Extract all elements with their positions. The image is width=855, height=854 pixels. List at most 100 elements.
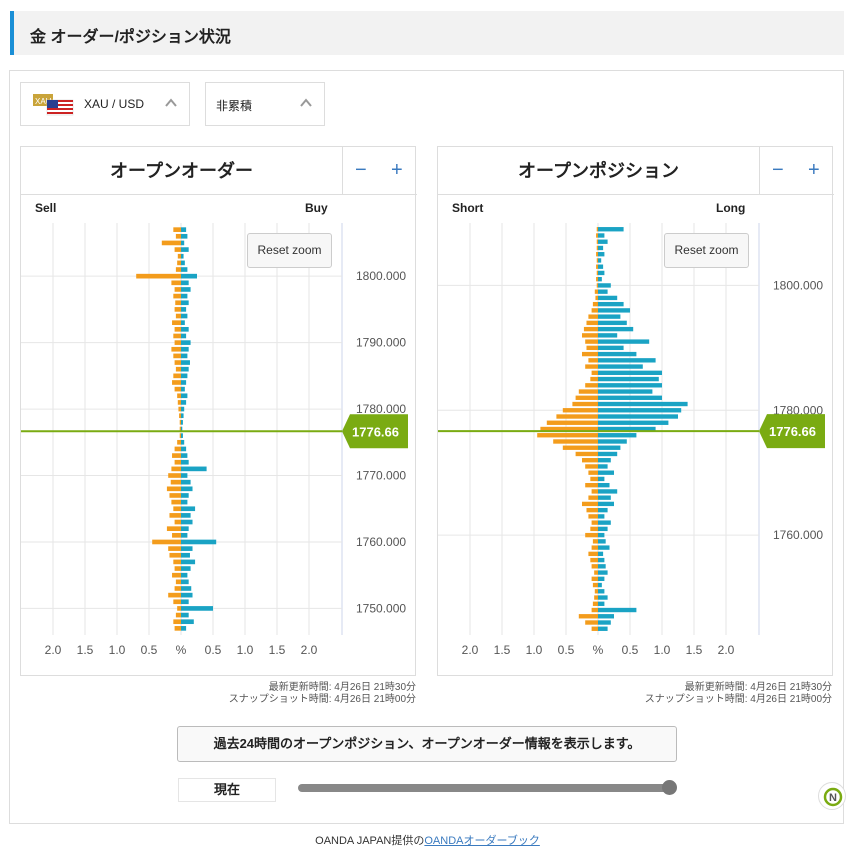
bar-short — [592, 539, 598, 544]
bar-buy — [181, 453, 188, 458]
accumulation-select[interactable]: 非累積 — [205, 82, 325, 126]
bar-buy — [181, 326, 189, 332]
bar-long — [598, 620, 611, 625]
time-slider-track[interactable] — [298, 784, 670, 792]
bar-long — [598, 507, 608, 513]
zoom-in-button[interactable]: + — [808, 159, 820, 182]
bar-long — [598, 514, 605, 519]
bar-long — [598, 308, 630, 313]
bar-short — [590, 376, 598, 382]
bar-sell — [175, 612, 181, 618]
bar-long — [598, 451, 618, 457]
bar-short — [537, 433, 598, 438]
bar-buy — [181, 439, 185, 445]
bar-long — [598, 258, 602, 263]
bar-long — [598, 383, 662, 388]
bar-long — [598, 626, 608, 631]
history-button[interactable]: 過去24時間のオープンポジション、オープンオーダー情報を表示します。 — [177, 726, 677, 762]
bar-short — [596, 245, 598, 251]
bar-buy — [181, 267, 188, 272]
bar-sell — [177, 393, 181, 399]
reset-zoom-button[interactable]: Reset zoom — [247, 233, 332, 268]
open-position-title: オープンポジション — [438, 147, 759, 195]
bar-short — [592, 582, 598, 588]
bar-sell — [169, 493, 181, 498]
bar-buy — [181, 539, 217, 545]
bar-short — [556, 414, 598, 419]
bar-sell — [179, 413, 181, 419]
bar-buy — [181, 406, 185, 412]
bar-buy — [181, 300, 189, 306]
open-order-title: オープンオーダー — [21, 147, 342, 195]
bar-long — [598, 520, 611, 525]
bar-short — [586, 507, 598, 513]
zoom-controls: − + — [342, 147, 417, 195]
reset-zoom-button[interactable]: Reset zoom — [664, 233, 749, 268]
bar-short — [591, 607, 598, 613]
bar-short — [540, 426, 598, 432]
bar-buy — [181, 360, 190, 365]
bar-buy — [181, 546, 193, 551]
bar-buy — [181, 233, 188, 239]
x-tick-label: 1.0 — [109, 643, 126, 657]
oanda-badge-icon[interactable]: N — [818, 782, 846, 810]
bar-short — [572, 401, 598, 407]
bar-sell — [172, 453, 181, 458]
bar-short — [553, 439, 598, 444]
position-snapshot-time: スナップショット時間: 4月26日 21時00分 — [644, 694, 832, 705]
bar-short — [596, 252, 598, 257]
bar-sell — [161, 240, 181, 246]
bar-sell — [173, 333, 181, 339]
x-tick-label: 1.0 — [237, 643, 254, 657]
x-tick-label: % — [176, 643, 187, 657]
bar-long — [598, 532, 605, 538]
bar-short — [594, 595, 598, 600]
zoom-out-button[interactable]: − — [355, 159, 367, 182]
price-tick-label: 1800.000 — [773, 278, 823, 292]
bar-short — [596, 283, 598, 288]
zoom-controls: − + — [759, 147, 834, 195]
bar-short — [586, 320, 598, 326]
bar-buy — [181, 446, 187, 452]
zoom-out-button[interactable]: − — [772, 159, 784, 182]
bar-long — [598, 345, 624, 351]
bar-short — [594, 289, 598, 294]
bar-sell — [177, 253, 181, 259]
bar-long — [598, 420, 669, 425]
bar-long — [598, 358, 656, 363]
bar-short — [578, 389, 598, 394]
time-slider-handle[interactable] — [662, 780, 677, 795]
bar-buy — [181, 373, 188, 379]
bar-long — [598, 314, 621, 319]
price-tick-label: 1770.000 — [356, 469, 406, 483]
bar-sell — [171, 280, 181, 286]
bar-sell — [136, 273, 181, 279]
bar-buy — [181, 280, 189, 286]
bar-short — [575, 395, 598, 400]
bar-buy — [181, 413, 184, 419]
bar-sell — [174, 626, 181, 631]
zoom-in-button[interactable]: + — [391, 159, 403, 182]
bar-short — [591, 545, 598, 550]
bar-short — [546, 420, 598, 425]
bar-sell — [173, 353, 181, 359]
bar-sell — [177, 439, 181, 445]
bar-sell — [168, 592, 181, 598]
bar-buy — [181, 486, 193, 492]
bar-buy — [181, 366, 189, 372]
bar-long — [598, 414, 678, 419]
bar-buy — [181, 307, 187, 312]
price-tick-label: 1780.000 — [356, 402, 406, 416]
bar-buy — [181, 493, 189, 498]
bar-sell — [168, 546, 181, 551]
bar-short — [591, 308, 598, 313]
bar-buy — [181, 566, 191, 571]
bar-short — [591, 520, 598, 525]
currency-pair-select[interactable]: XAU XAU / USD — [20, 82, 190, 126]
bar-long — [598, 601, 605, 606]
accumulation-label: 非累積 — [216, 99, 253, 113]
x-tick-label: 1.0 — [526, 643, 543, 657]
bar-sell — [174, 446, 181, 452]
bar-sell — [179, 426, 181, 432]
oanda-orderbook-link[interactable]: OANDAオーダーブック — [424, 835, 539, 847]
